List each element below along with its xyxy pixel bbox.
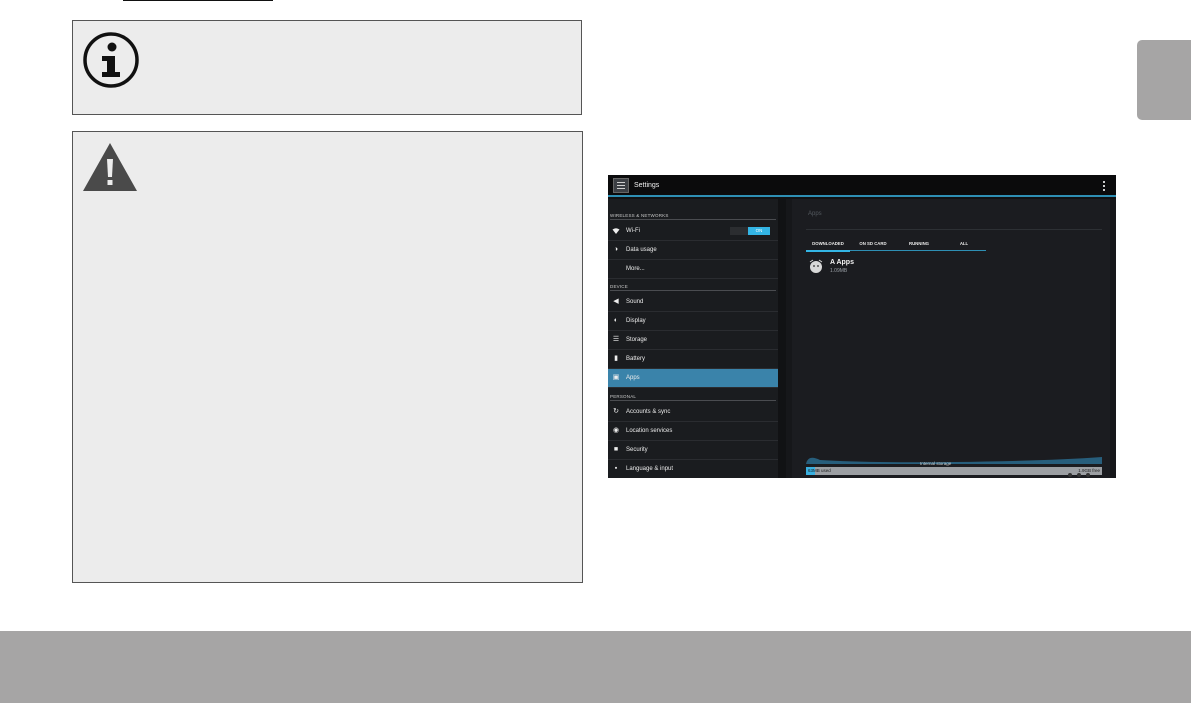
storage-used-text: 63MB used	[808, 468, 831, 473]
sidebar-item-accounts-sync[interactable]: ↻ Accounts & sync	[608, 403, 778, 422]
sidebar-item-label: Apps	[626, 375, 640, 381]
footer-band	[0, 631, 1191, 703]
sidebar-item-display[interactable]: ◐ Display	[608, 312, 778, 331]
storage-icon: ☰	[612, 336, 620, 343]
chapter-tab	[1137, 40, 1191, 120]
battery-icon: ▮	[614, 355, 618, 362]
sidebar-item-label: More...	[626, 266, 645, 272]
app-title: Settings	[634, 182, 660, 189]
sidebar-item-battery[interactable]: ▮ Battery	[608, 350, 778, 369]
apps-icon: ▣	[612, 374, 620, 381]
sidebar-item-label: Sound	[626, 299, 644, 305]
sidebar-item-data-usage[interactable]: ◑ Data usage	[608, 241, 778, 260]
location-icon: ◉	[612, 427, 620, 434]
language-icon: ▪	[614, 465, 618, 472]
wifi-toggle-state: ON	[748, 227, 770, 235]
android-app-icon	[809, 259, 823, 273]
sidebar-item-label: Security	[626, 447, 648, 453]
sync-icon: ↻	[613, 408, 619, 415]
divider	[806, 229, 1102, 230]
info-icon	[83, 32, 139, 88]
sidebar-item-location[interactable]: ◉ Location services	[608, 422, 778, 441]
lock-icon: ■	[613, 446, 619, 453]
sidebar-item-label: Storage	[626, 337, 648, 343]
sidebar-item-sound[interactable]: ◀ Sound	[608, 293, 778, 312]
sidebar-item-label: Accounts & sync	[626, 409, 671, 415]
sidebar-item-label: Display	[626, 318, 646, 324]
sidebar-item-label: Wi-Fi	[626, 228, 640, 234]
tablet-screenshot: Settings WIRELESS & NETWORKS Wi-Fi ON ◑ …	[608, 175, 1116, 478]
section-header-personal: PERSONAL	[610, 394, 776, 401]
storage-graph	[806, 457, 1102, 464]
list-item[interactable]: A Apps 1.09MB	[808, 257, 1098, 279]
data-usage-icon: ◑	[613, 246, 619, 253]
sidebar-item-storage[interactable]: ☰ Storage	[608, 331, 778, 350]
action-bar: Settings	[608, 175, 1116, 197]
sidebar-item-language[interactable]: ▪ Language & input	[608, 460, 778, 478]
tab-all[interactable]: ALL	[942, 237, 986, 251]
sidebar-item-apps[interactable]: ▣ Apps	[608, 369, 778, 388]
app-name: A Apps	[830, 259, 854, 266]
sidebar-item-wifi[interactable]: Wi-Fi ON	[608, 222, 778, 241]
tab-on-sd-card[interactable]: ON SD CARD	[850, 237, 896, 251]
overflow-menu-icon[interactable]	[1103, 181, 1106, 192]
nav-buttons	[1068, 473, 1108, 478]
header-underline	[123, 0, 273, 1]
apps-pane: Apps DOWNLOADED ON SD CARD RUNNING ALL A…	[786, 199, 1116, 478]
app-size: 1.09MB	[830, 268, 848, 274]
sidebar-item-label: Location services	[626, 428, 673, 434]
sound-icon: ◀	[613, 298, 619, 305]
sidebar-item-security[interactable]: ■ Security	[608, 441, 778, 460]
note-box	[72, 20, 582, 115]
apps-heading: Apps	[808, 211, 822, 217]
warning-icon	[83, 143, 137, 191]
wifi-toggle[interactable]: ON	[730, 227, 770, 235]
settings-list: WIRELESS & NETWORKS Wi-Fi ON ◑ Data usag…	[608, 199, 778, 478]
sidebar-item-label: Data usage	[626, 247, 657, 253]
settings-icon[interactable]	[613, 178, 629, 193]
section-header-device: DEVICE	[610, 284, 776, 291]
display-icon: ◐	[613, 317, 619, 324]
sidebar-item-label: Language & input	[626, 466, 674, 472]
sidebar-item-more[interactable]: More...	[608, 260, 778, 279]
sidebar-item-label: Battery	[626, 356, 646, 362]
storage-label: Internal storage	[920, 461, 952, 466]
tab-downloaded[interactable]: DOWNLOADED	[806, 237, 850, 252]
tab-running[interactable]: RUNNING	[896, 237, 942, 251]
warning-box	[72, 131, 583, 583]
wifi-icon	[612, 227, 620, 235]
storage-bar: 63MB used 1.9GB free	[806, 467, 1102, 475]
section-header-wireless: WIRELESS & NETWORKS	[610, 213, 776, 220]
